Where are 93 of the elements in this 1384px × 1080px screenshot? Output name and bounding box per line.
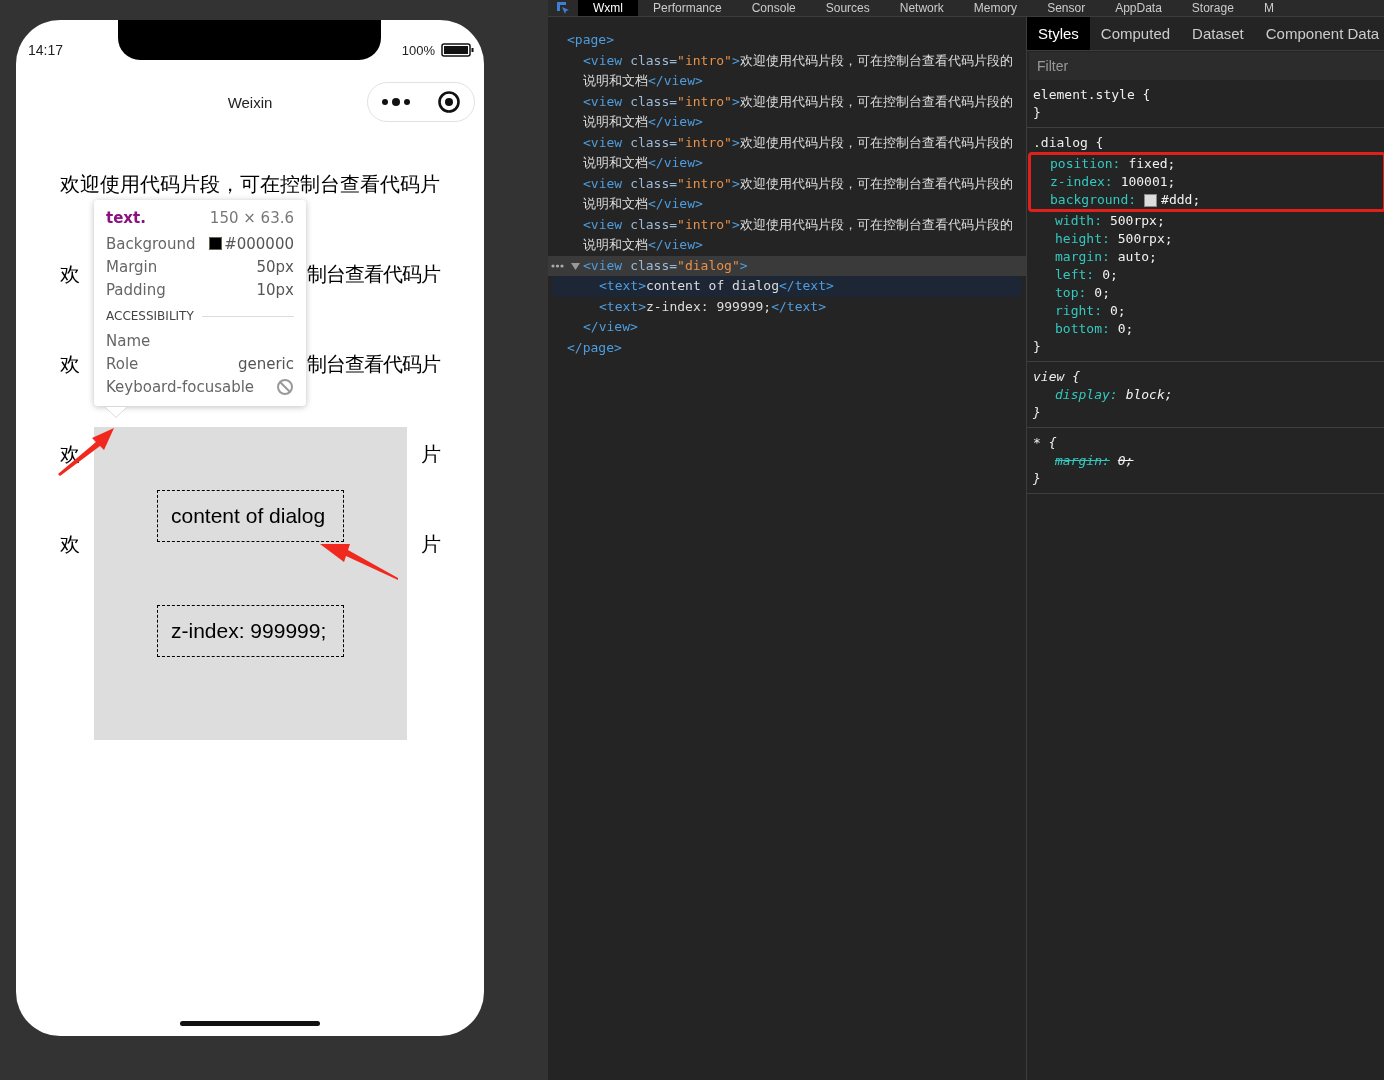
close-icon[interactable]	[437, 90, 461, 114]
dom-node[interactable]: <view class="dialog">	[583, 255, 1013, 276]
intro-text: 欢	[60, 442, 80, 467]
styles-tab[interactable]: Dataset	[1181, 17, 1255, 50]
css-property-value: block;	[1125, 386, 1173, 404]
css-property-value: 0;	[1117, 320, 1134, 338]
css-property-name: bottom:	[1055, 320, 1110, 338]
css-property-name: left:	[1055, 266, 1095, 284]
more-icon[interactable]	[381, 97, 411, 107]
color-swatch-icon	[209, 237, 223, 250]
dom-node[interactable]: </page>	[567, 337, 997, 358]
css-property-name: width:	[1055, 212, 1102, 230]
dom-node[interactable]: <view class="intro">欢迎使用代码片段，可在控制台查看代码片段的说明和文档</view>	[583, 173, 1013, 215]
tooltip-label: Keyboard-focusable	[106, 377, 255, 396]
intro-text: 欢迎使用代码片段，可在控制台查看代码片	[60, 172, 440, 197]
styles-tab[interactable]: Computed	[1089, 17, 1182, 50]
battery-percent: 100%	[401, 42, 435, 58]
panel-tab[interactable]: Sensor	[1032, 0, 1101, 16]
dom-node[interactable]: <text>z-index: 999999;</text>	[599, 296, 1026, 317]
dom-node[interactable]: <view class="intro">欢迎使用代码片段，可在控制台查看代码片段的说明和文档</view>	[583, 132, 1013, 174]
tooltip-label: Margin	[106, 257, 158, 276]
css-selector: element.style {	[1033, 86, 1152, 104]
css-property-value: auto;	[1117, 248, 1157, 266]
css-brace: }	[1033, 338, 1042, 356]
css-property-name: margin:	[1055, 452, 1110, 470]
intro-text: 欢	[60, 352, 80, 377]
css-property-value: 100001;	[1120, 173, 1176, 191]
dom-node[interactable]: </view>	[583, 317, 1013, 338]
filter-field[interactable]: Filter	[1029, 52, 1384, 80]
css-property-value: fixed;	[1128, 155, 1176, 173]
panel-tab[interactable]: Memory	[958, 0, 1033, 16]
panel-tab[interactable]: Storage	[1176, 0, 1249, 16]
panel-tab[interactable]: Wxml	[578, 0, 638, 16]
css-selector: * {	[1033, 434, 1058, 452]
page-title: Weixin	[227, 93, 273, 111]
css-property-value: #ddd;	[1161, 191, 1201, 209]
dom-node[interactable]: <view class="intro">欢迎使用代码片段，可在控制台查看代码片段的说明和文档</view>	[583, 50, 1013, 92]
color-swatch-icon	[1144, 193, 1158, 207]
element-tag: text.	[106, 209, 146, 227]
annotation-arrow	[56, 426, 116, 476]
tooltip-value: 50px	[256, 257, 294, 276]
css-property-name: display:	[1055, 386, 1118, 404]
dom-node[interactable]: <page>	[567, 30, 997, 51]
dom-node[interactable]: <view class="intro">欢迎使用代码片段，可在控制台查看代码片段的说明和文档</view>	[583, 214, 1013, 256]
css-property-name: right:	[1055, 302, 1102, 320]
intro-text: 欢	[60, 262, 80, 287]
css-property-value: 500rpx;	[1109, 212, 1165, 230]
dom-node[interactable]: <view class="intro">欢迎使用代码片段，可在控制台查看代码片段的说明和文档</view>	[583, 91, 1013, 133]
css-selector: view {	[1033, 368, 1081, 386]
css-property-name: background:	[1050, 191, 1137, 209]
tooltip-label: Name	[106, 331, 151, 350]
tooltip-value: #000000	[224, 234, 294, 253]
tooltip-label: Padding	[106, 280, 166, 299]
panel-tab[interactable]: Performance	[638, 0, 737, 16]
styles-tab[interactable]: Component Data	[1254, 17, 1384, 50]
tooltip-value: generic	[237, 354, 294, 373]
css-brace: }	[1033, 104, 1042, 122]
dialog-text: z-index: 999999;	[157, 605, 344, 657]
css-brace: }	[1033, 404, 1042, 422]
intro-text: 制台查看代码片	[307, 352, 440, 377]
panel-tab[interactable]: Network	[884, 0, 959, 16]
intro-text: 欢	[60, 532, 80, 557]
css-property-name: position:	[1050, 155, 1121, 173]
css-property-value: 0;	[1102, 266, 1118, 284]
panel-tab[interactable]: Sources	[810, 0, 885, 16]
panel-tab[interactable]: M	[1248, 0, 1289, 16]
intro-text: 制台查看代码片	[307, 262, 440, 287]
tooltip-label: Role	[106, 354, 139, 373]
intro-text: 片	[421, 532, 440, 557]
css-property-value: 0;	[1094, 284, 1110, 302]
dialog-text: content of dialog	[157, 490, 344, 542]
panel-tab[interactable]: AppData	[1100, 0, 1177, 16]
section-heading: ACCESSIBILITY	[106, 309, 194, 323]
tooltip-label: Background	[106, 234, 196, 253]
css-property-name: top:	[1055, 284, 1087, 302]
tooltip-value: 10px	[256, 280, 294, 299]
css-property-name: margin:	[1055, 248, 1110, 266]
panel-tab[interactable]: Console	[736, 0, 811, 16]
expand-triangle-icon[interactable]	[570, 262, 580, 270]
css-property-value: 500rpx;	[1117, 230, 1173, 248]
css-property-name: height:	[1055, 230, 1110, 248]
element-size: 150 × 63.6	[209, 209, 294, 227]
css-property-value: 0;	[1109, 302, 1126, 320]
css-selector: .dialog {	[1033, 134, 1105, 152]
status-time: 14:17	[28, 42, 64, 58]
css-property-value: 0;	[1117, 452, 1134, 470]
intro-text: 片	[421, 442, 440, 467]
battery-icon	[441, 43, 475, 57]
inspect-icon[interactable]	[556, 1, 570, 15]
styles-tab[interactable]: Styles	[1027, 17, 1090, 50]
dom-node[interactable]: <text>content of dialog</text>	[599, 276, 1022, 297]
css-brace: }	[1033, 470, 1042, 488]
css-property-name: z-index:	[1050, 173, 1113, 191]
